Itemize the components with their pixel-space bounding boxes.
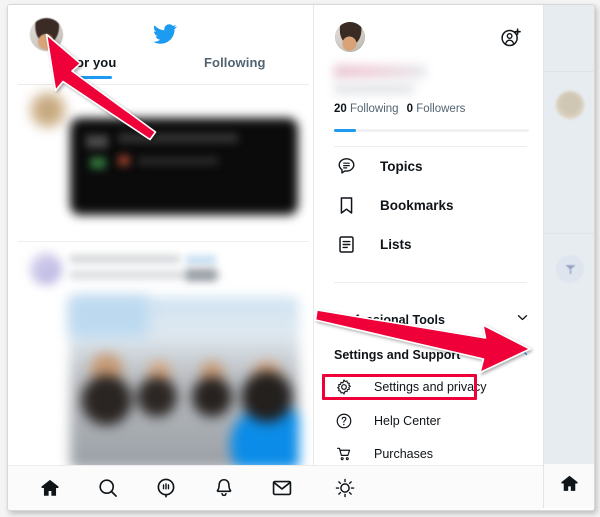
device-frame: For you Following 20 Following 0 Followe… (7, 4, 595, 511)
right-column-bottom-nav (544, 463, 594, 508)
twitter-bird-icon (152, 22, 178, 46)
menu-label-lists: Lists (380, 236, 412, 252)
cart-icon (334, 444, 354, 464)
sub-label-help-center: Help Center (374, 414, 441, 428)
sub-label-settings-and-privacy: Settings and privacy (374, 380, 487, 394)
post-text-line (70, 255, 180, 263)
post-media-detail (118, 133, 238, 143)
profile-progress-track (334, 129, 529, 132)
post-media-detail (86, 135, 108, 148)
right-column-divider (544, 71, 594, 72)
help-circle-icon (334, 411, 354, 431)
profile-avatar-button[interactable] (30, 18, 63, 51)
right-column-divider (544, 233, 594, 234)
drawer-profile-avatar[interactable] (335, 22, 365, 52)
theme-toggle-button[interactable] (333, 476, 357, 500)
post-text-line (186, 256, 216, 264)
menu-label-bookmarks: Bookmarks (380, 197, 454, 213)
nav-spaces-button[interactable] (154, 476, 178, 500)
timeline-column: For you Following (8, 5, 313, 508)
chevron-up-icon[interactable] (515, 345, 530, 365)
section-label-settings-and-support: Settings and Support (334, 348, 461, 362)
menu-label-topics: Topics (380, 158, 423, 174)
timeline-header (8, 5, 313, 52)
post-avatar (30, 92, 66, 128)
nav-home-button[interactable] (38, 476, 62, 500)
nav-messages-button[interactable] (270, 476, 294, 500)
post-media-detail (90, 157, 106, 169)
profile-progress-fill (334, 129, 356, 132)
followers-count[interactable]: 0 (407, 103, 413, 115)
post-media-detail (138, 157, 218, 165)
add-person-icon[interactable] (500, 27, 522, 49)
drawer-follow-stats: 20 Following 0 Followers (334, 103, 465, 115)
drawer-separator (334, 146, 527, 147)
drawer-separator (334, 282, 527, 283)
menu-item-lists[interactable]: Lists (334, 230, 530, 258)
following-label[interactable]: Following (350, 103, 399, 115)
right-column-avatar-1[interactable] (556, 91, 584, 119)
section-settings-and-support[interactable]: Settings and Support (334, 344, 530, 366)
nav-notifications-button[interactable] (212, 476, 236, 500)
screenshot-root: For you Following 20 Following 0 Followe… (0, 0, 600, 517)
right-partial-column (543, 5, 594, 508)
post-photo-detail (70, 297, 148, 337)
bottom-navigation-bar (8, 465, 543, 510)
followers-label[interactable]: Followers (416, 103, 465, 115)
post-avatar (30, 253, 62, 285)
bookmark-icon (334, 193, 358, 217)
right-column-avatar-2[interactable] (556, 255, 584, 283)
topics-icon (334, 154, 358, 178)
post-text-line (186, 269, 216, 281)
timeline-divider (18, 84, 309, 85)
section-professional-tools[interactable]: Professional Tools (334, 309, 530, 331)
menu-item-bookmarks[interactable]: Bookmarks (334, 191, 530, 219)
sub-label-purchases: Purchases (374, 447, 434, 461)
tab-following[interactable]: Following (204, 55, 266, 70)
sub-item-help-center[interactable]: Help Center (334, 408, 530, 434)
lists-icon (334, 232, 358, 256)
active-tab-indicator (70, 76, 112, 79)
post-media-detail (118, 155, 130, 166)
gear-icon (334, 377, 354, 397)
timeline-tabs: For you Following (8, 52, 313, 84)
menu-item-topics[interactable]: Topics (334, 152, 530, 180)
account-drawer: 20 Following 0 Followers Topics Bookmark… (313, 5, 544, 508)
following-count[interactable]: 20 (334, 103, 347, 115)
nav-search-button[interactable] (96, 476, 120, 500)
drawer-display-name (334, 65, 426, 78)
sub-item-settings-and-privacy[interactable]: Settings and privacy (334, 374, 530, 400)
tab-for-you[interactable]: For you (68, 55, 116, 70)
section-label-professional-tools: Professional Tools (334, 313, 445, 327)
post-divider (18, 241, 309, 242)
drawer-handle (334, 83, 414, 94)
home-icon[interactable] (559, 473, 580, 499)
chevron-down-icon[interactable] (515, 310, 530, 330)
sub-item-purchases[interactable]: Purchases (334, 441, 530, 467)
